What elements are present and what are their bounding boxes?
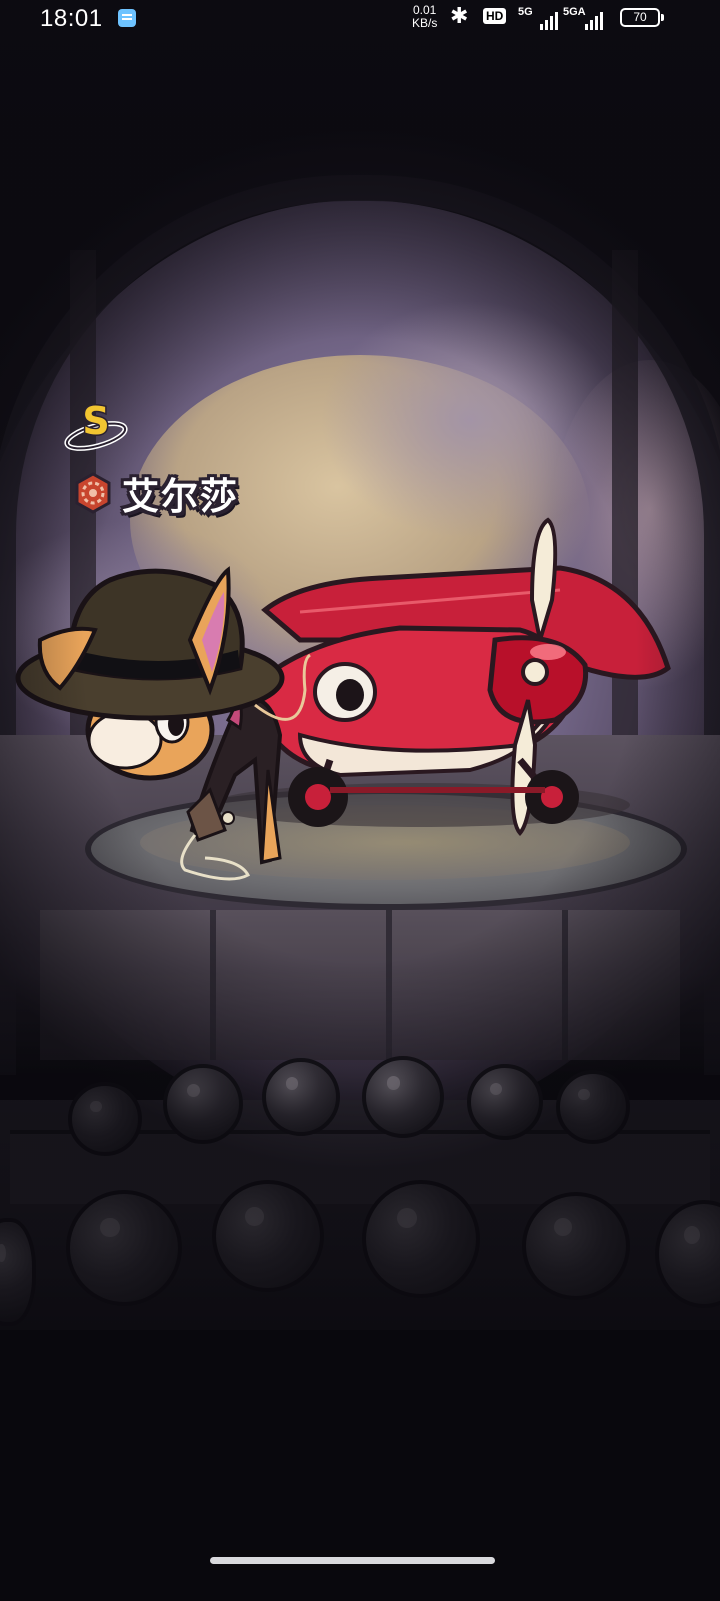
- bluetooth-icon: ✱: [450, 4, 469, 29]
- network-speed-unit: KB/s: [412, 16, 438, 30]
- rank-s-icon: S: [64, 398, 128, 451]
- battery-level: 70: [633, 10, 647, 24]
- character-name-row: 艾尔莎: [72, 468, 239, 518]
- notes-app-icon: [118, 9, 136, 27]
- home-indicator[interactable]: [210, 1557, 495, 1564]
- gear-emblem-icon: [75, 472, 111, 514]
- signal-label: 5G: [518, 6, 533, 18]
- signal-icon: 5G: [518, 6, 558, 30]
- status-bar: 18:01 0.01 KB/s ✱ HD 5G 5GA 70: [0, 0, 720, 38]
- character-name: 艾尔莎: [122, 475, 239, 518]
- signal-label: 5GA: [563, 6, 586, 18]
- network-speed: 0.01 KB/s: [412, 4, 437, 30]
- svg-text:S: S: [82, 399, 109, 443]
- vignette: [0, 0, 720, 1601]
- battery-icon: 70: [620, 8, 664, 27]
- hd-voice-icon: HD: [483, 8, 507, 24]
- status-time: 18:01: [40, 5, 103, 32]
- rank-badge: S: [62, 396, 130, 456]
- game-scene: [0, 0, 720, 1601]
- signal-icon: 5GA: [563, 6, 603, 30]
